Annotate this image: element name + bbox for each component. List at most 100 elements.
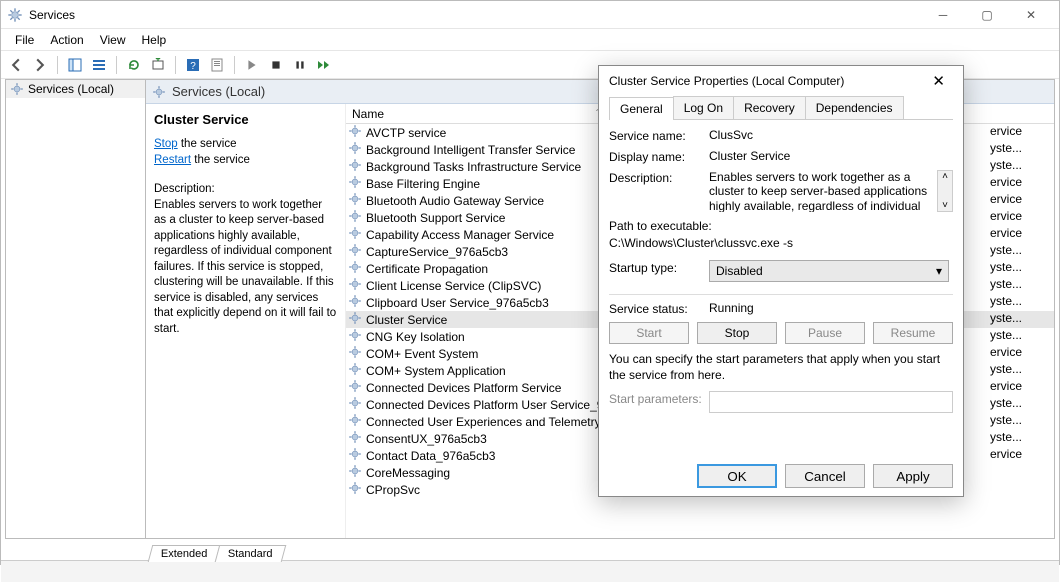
list-item-label: Connected User Experiences and Telemetry	[366, 415, 601, 429]
menu-help[interactable]: Help	[134, 31, 175, 49]
bg-logonas-fragment: ervice	[990, 175, 1054, 192]
menu-action[interactable]: Action	[42, 31, 91, 49]
statusbar	[1, 560, 1059, 582]
list-item-label: COM+ System Application	[366, 364, 506, 378]
gear-icon	[348, 328, 362, 345]
back-button[interactable]	[5, 54, 27, 76]
menu-file[interactable]: File	[7, 31, 42, 49]
bg-logonas-fragment: yste...	[990, 141, 1054, 158]
col-header-name[interactable]: Name ˆ	[346, 107, 606, 121]
properties-dialog: Cluster Service Properties (Local Comput…	[598, 65, 964, 497]
window-close-button[interactable]: ✕	[1009, 1, 1053, 29]
startup-type-select[interactable]: Disabled ▾	[709, 260, 949, 282]
pane-title: Services (Local)	[172, 84, 265, 99]
menu-view[interactable]: View	[92, 31, 134, 49]
window-minimize-button[interactable]: ─	[921, 1, 965, 29]
list-item-label: COM+ Event System	[366, 347, 478, 361]
list-item-label: Certificate Propagation	[366, 262, 488, 276]
details-button[interactable]	[88, 54, 110, 76]
tab-dependencies[interactable]: Dependencies	[805, 96, 904, 119]
gear-icon	[348, 209, 362, 226]
value-path: C:\Windows\Cluster\clussvc.exe -s	[609, 236, 793, 250]
bg-logonas-fragment: yste...	[990, 158, 1054, 175]
gear-icon	[348, 226, 362, 243]
pause-service-button[interactable]	[289, 54, 311, 76]
titlebar: Services ─ ▢ ✕	[1, 1, 1059, 29]
gear-icon	[348, 464, 362, 481]
tab-recovery[interactable]: Recovery	[733, 96, 806, 119]
gear-icon	[348, 277, 362, 294]
ok-button[interactable]: OK	[697, 464, 777, 488]
bg-logonas-fragment: yste...	[990, 311, 1054, 328]
list-item-label: Cluster Service	[366, 313, 447, 327]
start-button: Start	[609, 322, 689, 344]
stop-service-link[interactable]: Stop	[154, 138, 178, 150]
value-display-name: Cluster Service	[709, 149, 953, 163]
description-text: Enables servers to work together as a cl…	[154, 198, 337, 338]
restart-service-button[interactable]	[313, 54, 335, 76]
gear-icon	[348, 260, 362, 277]
label-status: Service status:	[609, 301, 709, 316]
apply-button[interactable]: Apply	[873, 464, 953, 488]
bg-logonas-fragment: ervice	[990, 124, 1054, 141]
stop-service-button[interactable]	[265, 54, 287, 76]
gear-icon	[348, 158, 362, 175]
bg-logonas-fragment: yste...	[990, 260, 1054, 277]
properties-button[interactable]	[206, 54, 228, 76]
dialog-close-button[interactable]: ✕	[924, 68, 953, 94]
list-item-label: Client License Service (ClipSVC)	[366, 279, 541, 293]
gear-icon	[348, 175, 362, 192]
list-item-label: Connected Devices Platform Service	[366, 381, 561, 395]
tab-extended[interactable]: Extended	[148, 545, 221, 562]
tab-general[interactable]: General	[609, 97, 674, 120]
list-item-label: Clipboard User Service_976a5cb3	[366, 296, 549, 310]
bg-logonas-fragment: ervice	[990, 345, 1054, 362]
gear-icon	[10, 82, 24, 96]
label-startup: Startup type:	[609, 260, 709, 275]
refresh-button[interactable]	[123, 54, 145, 76]
tab-standard[interactable]: Standard	[215, 545, 286, 562]
gear-icon	[348, 379, 362, 396]
bg-logonas-fragment: yste...	[990, 294, 1054, 311]
gear-icon	[348, 141, 362, 158]
forward-button[interactable]	[29, 54, 51, 76]
list-item-label: Background Tasks Infrastructure Service	[366, 160, 581, 174]
list-item-label: Base Filtering Engine	[366, 177, 480, 191]
services-app-icon	[7, 7, 23, 23]
tree-root[interactable]: Services (Local)	[6, 80, 145, 98]
cancel-button[interactable]: Cancel	[785, 464, 865, 488]
stop-button[interactable]: Stop	[697, 322, 777, 344]
pause-button: Pause	[785, 322, 865, 344]
bg-logonas-fragment: ervice	[990, 209, 1054, 226]
restart-service-link[interactable]: Restart	[154, 154, 191, 166]
tree-pane: Services (Local)	[6, 80, 146, 538]
dialog-title: Cluster Service Properties (Local Comput…	[609, 74, 844, 88]
dialog-tabs: General Log On Recovery Dependencies	[609, 96, 953, 120]
detail-column: Cluster Service Stop the service Restart…	[146, 104, 346, 538]
restart-suffix: the service	[191, 154, 250, 166]
gear-icon	[348, 311, 362, 328]
bg-logonas-fragment: yste...	[990, 413, 1054, 430]
start-params-input[interactable]	[709, 391, 953, 413]
help-button[interactable]: ?	[182, 54, 204, 76]
list-item-label: Capability Access Manager Service	[366, 228, 554, 242]
tab-log-on[interactable]: Log On	[673, 96, 734, 119]
resume-button: Resume	[873, 322, 953, 344]
show-hide-tree-button[interactable]	[64, 54, 86, 76]
label-service-name: Service name:	[609, 128, 709, 143]
list-item-label: Bluetooth Audio Gateway Service	[366, 194, 544, 208]
export-button[interactable]	[147, 54, 169, 76]
tree-root-label: Services (Local)	[28, 82, 114, 96]
description-scrollbar[interactable]: ˄˅	[937, 170, 953, 212]
bg-logonas-fragment: yste...	[990, 396, 1054, 413]
bg-logonas-fragment: yste...	[990, 362, 1054, 379]
dialog-titlebar: Cluster Service Properties (Local Comput…	[599, 66, 963, 96]
list-item-label: CoreMessaging	[366, 466, 450, 480]
window-maximize-button[interactable]: ▢	[965, 1, 1009, 29]
menubar: File Action View Help	[1, 29, 1059, 51]
start-params-hint: You can specify the start parameters tha…	[609, 352, 953, 383]
toolbar-sep	[57, 56, 58, 74]
bg-logonas-fragment: yste...	[990, 277, 1054, 294]
start-service-button[interactable]	[241, 54, 263, 76]
window-title: Services	[29, 8, 921, 22]
